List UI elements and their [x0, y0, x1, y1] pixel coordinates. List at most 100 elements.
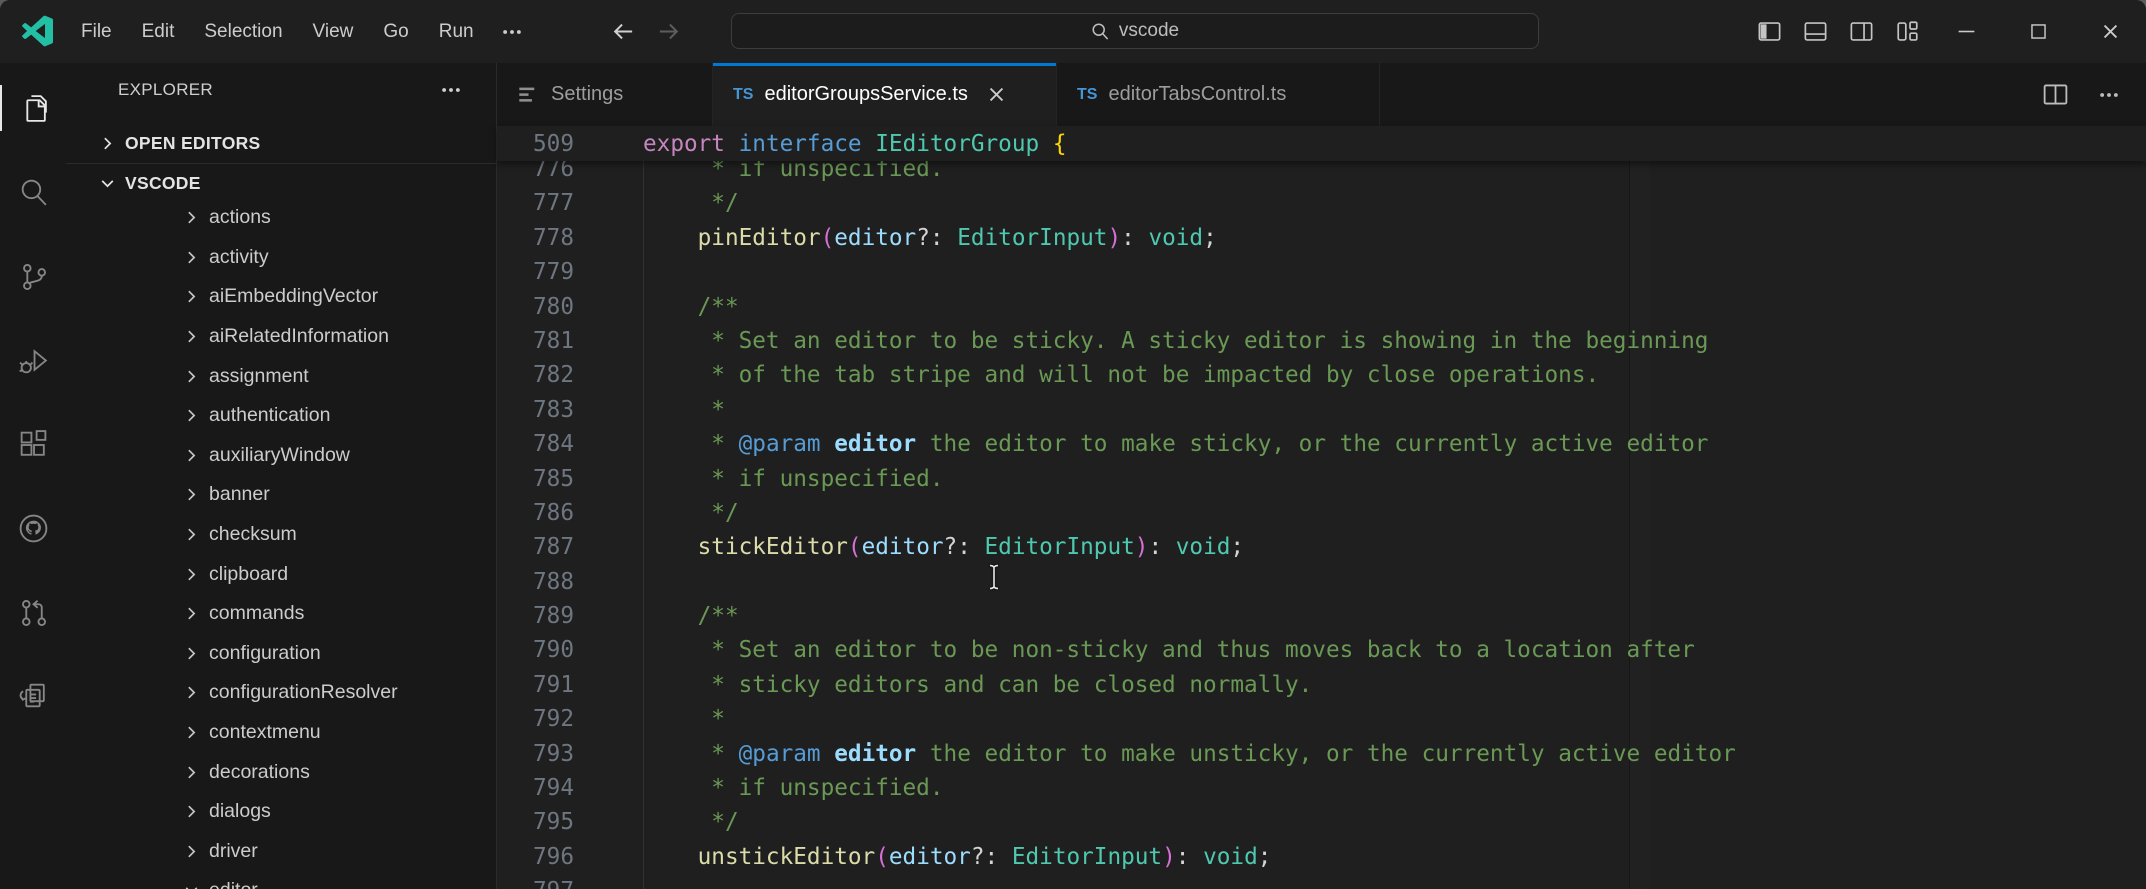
- chevron-right-icon: [183, 724, 200, 741]
- menu-file[interactable]: File: [66, 14, 127, 50]
- line-number: 786: [497, 496, 574, 530]
- mouse-ibeam-cursor: [986, 563, 1002, 591]
- command-center-search[interactable]: vscode: [731, 13, 1539, 49]
- window-close-button[interactable]: [2074, 0, 2146, 63]
- code-line-text: * if unspecified.: [574, 771, 944, 805]
- layout-panel-icon[interactable]: [1792, 0, 1838, 63]
- code-line-text: unstickEditor(editor?: EditorInput): voi…: [574, 840, 1271, 874]
- tree-item-aiEmbeddingVector[interactable]: aiEmbeddingVector: [66, 277, 496, 317]
- active-item-indicator: [0, 85, 2, 131]
- activitybar-github-icon[interactable]: [9, 504, 57, 552]
- tab-editortabscontrol-ts[interactable]: TSeditorTabsControl.ts: [1057, 63, 1380, 126]
- code-line-text: [574, 255, 643, 289]
- split-editor-icon[interactable]: [2041, 80, 2070, 109]
- tree-item-configurationResolver[interactable]: configurationResolver: [66, 673, 496, 713]
- activitybar-source-control-icon[interactable]: [9, 252, 57, 300]
- chevron-right-icon: [183, 803, 200, 820]
- chevron-right-icon: [183, 249, 200, 266]
- tree-item-actions[interactable]: actions: [66, 198, 496, 238]
- ellipsis-icon[interactable]: [2098, 84, 2120, 106]
- menu-selection[interactable]: Selection: [189, 14, 297, 50]
- code-line: 778 pinEditor(editor?: EditorInput): voi…: [497, 221, 2146, 255]
- typescript-file-icon: TS: [733, 86, 753, 104]
- menu-go[interactable]: Go: [368, 14, 423, 50]
- tab-editorgroupsservice-ts[interactable]: TSeditorGroupsService.ts: [713, 63, 1057, 126]
- line-number: 777: [497, 186, 574, 220]
- go-forward-icon[interactable]: [657, 20, 680, 43]
- activitybar-extensions-icon[interactable]: [9, 420, 57, 468]
- tab-close-icon[interactable]: [987, 85, 1006, 104]
- sidebar-more-icon[interactable]: [440, 79, 462, 101]
- title-bar: FileEditSelectionViewGoRun vscode: [0, 0, 2146, 63]
- chevron-right-icon: [183, 209, 200, 226]
- tree-item-aiRelatedInformation[interactable]: aiRelatedInformation: [66, 317, 496, 357]
- menu-run[interactable]: Run: [424, 14, 489, 50]
- code-line: 796 unstickEditor(editor?: EditorInput):…: [497, 840, 2146, 874]
- layout-customize-icon[interactable]: [1884, 0, 1930, 63]
- tree-item-label: actions: [209, 206, 271, 229]
- layout-sidebar-left-icon[interactable]: [1746, 0, 1792, 63]
- tree-item-label: assignment: [209, 365, 309, 388]
- tree-item-label: activity: [209, 246, 269, 269]
- tree-item-assignment[interactable]: assignment: [66, 356, 496, 396]
- go-back-icon[interactable]: [612, 20, 635, 43]
- tree-item-checksum[interactable]: checksum: [66, 515, 496, 555]
- code-line: 781 * Set an editor to be sticky. A stic…: [497, 324, 2146, 358]
- explorer-sidebar: EXPLORER OPEN EDITORS VSCODE actions acti…: [66, 63, 497, 889]
- chevron-right-icon: [183, 764, 200, 781]
- line-number: 780: [497, 290, 574, 324]
- activitybar-pull-requests-icon[interactable]: [9, 588, 57, 636]
- tree-item-activity[interactable]: activity: [66, 238, 496, 278]
- menu-view[interactable]: View: [298, 14, 369, 50]
- window-maximize-button[interactable]: [2002, 0, 2074, 63]
- sidebar-title: EXPLORER: [118, 80, 213, 100]
- chevron-right-icon: [183, 526, 200, 543]
- tree-item-commands[interactable]: commands: [66, 594, 496, 634]
- line-number: 778: [497, 221, 574, 255]
- code-line: 780 /**: [497, 290, 2146, 324]
- activitybar-run-debug-icon[interactable]: [9, 336, 57, 384]
- code-area: 776 * if unspecified.777 */778 pinEditor…: [497, 152, 2146, 889]
- tree-item-auxiliaryWindow[interactable]: auxiliaryWindow: [66, 436, 496, 476]
- line-number: 789: [497, 599, 574, 633]
- editor-content[interactable]: 776 * if unspecified.777 */778 pinEditor…: [497, 126, 2146, 889]
- activitybar-explorer-icon[interactable]: [9, 84, 57, 132]
- settings-editor-icon: [517, 83, 540, 106]
- chevron-right-icon: [183, 407, 200, 424]
- line-number: 791: [497, 668, 574, 702]
- tree-item-label: editor: [209, 879, 258, 889]
- window-minimize-button[interactable]: [1930, 0, 2002, 63]
- tree-item-authentication[interactable]: authentication: [66, 396, 496, 436]
- tree-item-dialogs[interactable]: dialogs: [66, 792, 496, 832]
- tree-item-clipboard[interactable]: clipboard: [66, 554, 496, 594]
- chevron-right-icon: [183, 447, 200, 464]
- tree-item-contextmenu[interactable]: contextmenu: [66, 713, 496, 753]
- code-line-text: */: [574, 496, 739, 530]
- tree-item-driver[interactable]: driver: [66, 832, 496, 872]
- code-line-text: */: [574, 805, 739, 839]
- line-number: 792: [497, 702, 574, 736]
- section-vscode[interactable]: VSCODE: [66, 164, 496, 202]
- activitybar-references-icon[interactable]: [9, 672, 57, 720]
- tree-item-editor[interactable]: editor: [66, 871, 496, 889]
- chevron-right-icon: [183, 605, 200, 622]
- titlebar-right-controls: [1746, 0, 2146, 63]
- tree-item-banner[interactable]: banner: [66, 475, 496, 515]
- code-line: 782 * of the tab stripe and will not be …: [497, 358, 2146, 392]
- section-open-editors[interactable]: OPEN EDITORS: [66, 124, 496, 162]
- tree-item-configuration[interactable]: configuration: [66, 634, 496, 674]
- code-line: 789 /**: [497, 599, 2146, 633]
- chevron-right-icon: [183, 566, 200, 583]
- menu-edit[interactable]: Edit: [127, 14, 190, 50]
- chevron-right-icon: [183, 486, 200, 503]
- line-number: 790: [497, 633, 574, 667]
- code-line: 788: [497, 565, 2146, 599]
- sticky-scroll-line[interactable]: 509 export interface IEditorGroup {: [497, 126, 2146, 161]
- code-line-text: [574, 874, 643, 889]
- activitybar-search-icon[interactable]: [9, 168, 57, 216]
- code-line: 787 stickEditor(editor?: EditorInput): v…: [497, 530, 2146, 564]
- tab-settings[interactable]: Settings: [497, 63, 713, 126]
- layout-sidebar-right-icon[interactable]: [1838, 0, 1884, 63]
- menu-more-icon[interactable]: [489, 14, 535, 50]
- tree-item-decorations[interactable]: decorations: [66, 752, 496, 792]
